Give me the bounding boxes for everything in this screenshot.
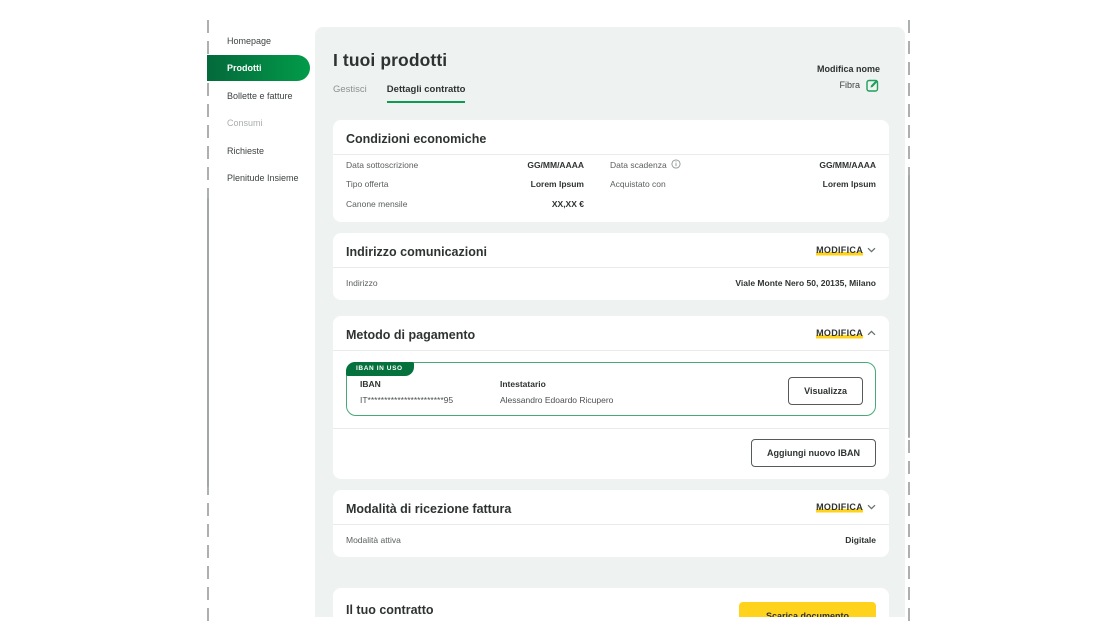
- field-value: Viale Monte Nero 50, 20135, Milano: [735, 278, 876, 288]
- info-icon[interactable]: [671, 159, 681, 171]
- sidebar-item-bollette-e-fatture[interactable]: Bollette e fatture: [207, 82, 319, 110]
- sidebar-item-label: Plenitude Insieme: [227, 173, 299, 183]
- card-metodo-di-pagamento: Metodo di pagamento MODIFICA IBAN IN USO…: [333, 316, 889, 479]
- divider: [333, 428, 889, 429]
- iban-in-uso-badge: IBAN IN USO: [346, 362, 414, 376]
- card-il-tuo-contratto: Il tuo contratto Scarica sul tuo disposi…: [333, 588, 889, 618]
- sidebar-item-label: Prodotti: [227, 63, 262, 73]
- economic-row: Data sottoscrizione GG/MM/AAAA Data scad…: [346, 155, 876, 175]
- field-label: Data scadenza: [610, 160, 667, 170]
- aggiungi-nuovo-iban-button[interactable]: Aggiungi nuovo IBAN: [751, 439, 876, 467]
- iban-card: IBAN IN USO IBAN IT*********************…: [346, 362, 876, 416]
- sidebar-item-prodotti[interactable]: Prodotti: [207, 55, 310, 81]
- chevron-down-icon: [867, 247, 876, 253]
- card-condizioni-economiche: Condizioni economiche Data sottoscrizion…: [333, 120, 889, 222]
- sidebar-item-consumi[interactable]: Consumi: [207, 110, 319, 138]
- product-name: Fibra: [839, 80, 860, 90]
- card-title: Metodo di pagamento: [346, 328, 475, 342]
- chevron-down-icon: [867, 504, 876, 510]
- holder-value: Alessandro Edoardo Ricupero: [500, 395, 788, 405]
- scrollbar-thumb-right[interactable]: [908, 175, 910, 438]
- iban-value: IT***********************95: [360, 395, 500, 405]
- economic-row: Canone mensile XX,XX €: [346, 194, 876, 214]
- field-value: XX,XX €: [552, 199, 584, 209]
- tabs: Gestisci Dettagli contratto: [333, 84, 889, 103]
- field-label: Data sottoscrizione: [346, 160, 418, 170]
- card-modalita-ricezione-fattura: Modalità di ricezione fattura MODIFICA M…: [333, 490, 889, 557]
- sidebar-item-label: Richieste: [227, 146, 264, 156]
- rename-product-block: Modifica nome Fibra: [817, 64, 880, 92]
- scrollbar-thumb-left[interactable]: [207, 198, 209, 487]
- sidebar-item-richieste[interactable]: Richieste: [207, 137, 319, 165]
- card-title: Condizioni economiche: [346, 132, 876, 146]
- field-label: Indirizzo: [346, 278, 378, 288]
- field-label: Modalità attiva: [346, 535, 401, 545]
- field-label: Acquistato con: [610, 179, 666, 189]
- economic-row: Tipo offerta Lorem Ipsum Acquistato con …: [346, 175, 876, 195]
- rename-label: Modifica nome: [817, 64, 880, 74]
- field-label: Tipo offerta: [346, 179, 389, 189]
- card-indirizzo-comunicazioni: Indirizzo comunicazioni MODIFICA Indiriz…: [333, 233, 889, 300]
- divider: [333, 267, 889, 268]
- visualizza-button[interactable]: Visualizza: [788, 377, 863, 405]
- field-value: GG/MM/AAAA: [527, 160, 584, 170]
- iban-label: IBAN: [360, 379, 500, 389]
- main-panel: I tuoi prodotti Modifica nome Fibra Gest…: [315, 27, 905, 617]
- field-label: Canone mensile: [346, 199, 407, 209]
- page-title: I tuoi prodotti: [333, 50, 889, 71]
- card-title: Il tuo contratto: [346, 603, 535, 617]
- sidebar-item-label: Homepage: [227, 36, 271, 46]
- holder-label: Intestatario: [500, 379, 788, 389]
- divider: [333, 524, 889, 525]
- modifica-pagamento-link[interactable]: MODIFICA: [816, 328, 876, 339]
- field-value: Lorem Ipsum: [531, 179, 584, 189]
- field-value: GG/MM/AAAA: [819, 160, 876, 170]
- sidebar-item-label: Consumi: [227, 118, 263, 128]
- edit-pencil-icon[interactable]: [866, 78, 880, 92]
- tab-gestisci[interactable]: Gestisci: [333, 84, 367, 103]
- sidebar: Homepage Prodotti Bollette e fatture Con…: [207, 27, 319, 192]
- field-value: Lorem Ipsum: [823, 179, 876, 189]
- sidebar-item-label: Bollette e fatture: [227, 91, 293, 101]
- field-value: Digitale: [845, 535, 876, 545]
- sidebar-item-plenitude-insieme[interactable]: Plenitude Insieme: [207, 165, 319, 193]
- chevron-up-icon: [867, 330, 876, 336]
- modifica-indirizzo-link[interactable]: MODIFICA: [816, 245, 876, 256]
- scarica-documento-button[interactable]: Scarica documento: [739, 602, 876, 617]
- tab-dettagli-contratto[interactable]: Dettagli contratto: [387, 84, 466, 103]
- modifica-fattura-link[interactable]: MODIFICA: [816, 502, 876, 513]
- sidebar-item-homepage[interactable]: Homepage: [207, 27, 319, 55]
- card-title: Modalità di ricezione fattura: [346, 502, 511, 516]
- divider: [333, 350, 889, 351]
- card-title: Indirizzo comunicazioni: [346, 245, 487, 259]
